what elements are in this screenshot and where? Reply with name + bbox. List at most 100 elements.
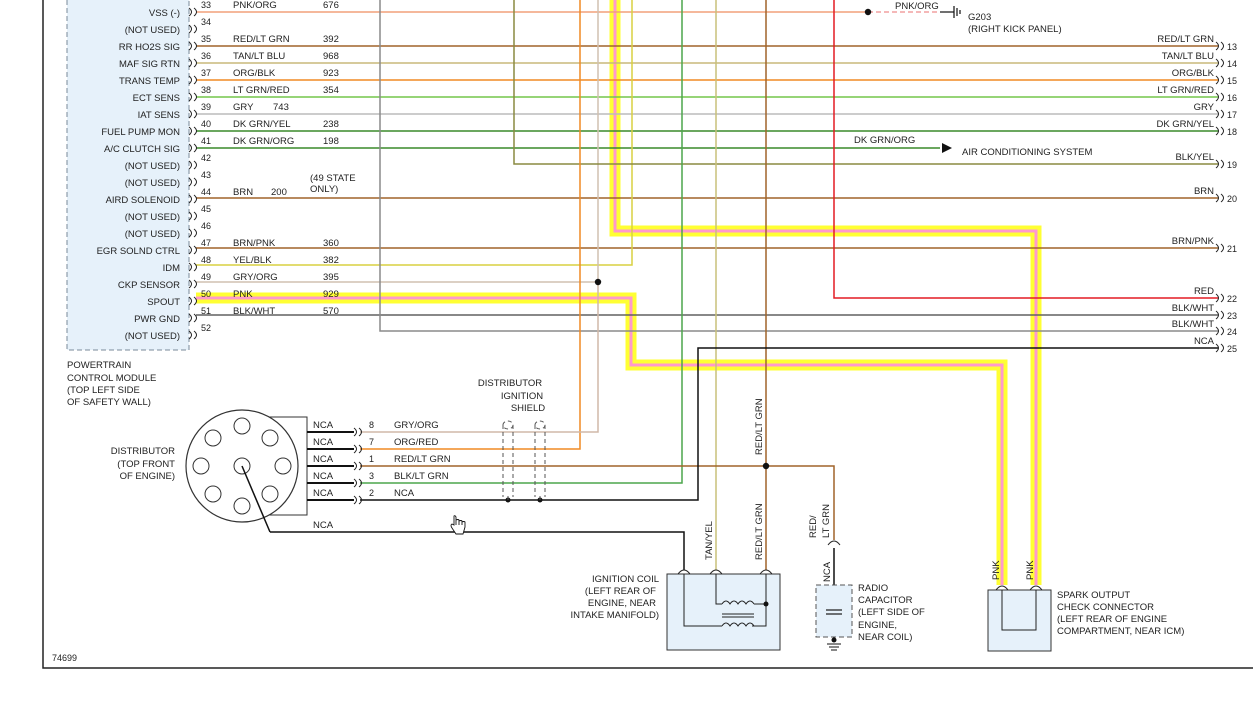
pcm-wire-color: BRN (233, 187, 253, 198)
pcm-pin-number: 40 (201, 119, 211, 129)
pcm-pin-number: 37 (201, 68, 211, 78)
ground-name: G203 (968, 12, 991, 23)
pcm-pin-name: VSS (-) (149, 8, 180, 19)
right-terminal-number: 19 (1227, 160, 1237, 170)
pcm-wire-color: LT GRN/RED (233, 85, 290, 96)
pcm-pin-name: (NOT USED) (125, 331, 180, 342)
distributor (185, 409, 308, 533)
ac-arrow-icon (942, 143, 952, 153)
pcm-circuit-number: 676 (323, 0, 339, 11)
pcm-circuit-number: 360 (323, 238, 339, 249)
spark-title-2: CHECK CONNECTOR (1057, 602, 1154, 613)
pcm-pin-name: (NOT USED) (125, 25, 180, 36)
right-terminal-number: 24 (1227, 327, 1237, 337)
pcm-title-2: CONTROL MODULE (67, 373, 156, 384)
coil-title-3: ENGINE, NEAR (588, 598, 656, 609)
capacitor-nca: NCA (822, 561, 833, 582)
ground-wire-label: PNK/ORG (895, 1, 939, 12)
pcm-title-3: (TOP LEFT SIDE (67, 385, 140, 396)
pcm-connector-symbol (188, 177, 197, 187)
pcm-connector-symbol (188, 296, 197, 306)
distributor-pin-nca: NCA (313, 437, 334, 448)
right-terminal-number: 25 (1227, 344, 1237, 354)
pcm-pin-number: 42 (201, 153, 211, 163)
note-49-state-2: ONLY) (310, 184, 338, 195)
right-terminal-number: 18 (1227, 127, 1237, 137)
pcm-wire-color: BRN/PNK (233, 238, 276, 249)
ignition-coil (666, 569, 781, 651)
pcm-circuit-number: 395 (323, 272, 339, 283)
right-terminal-number: 20 (1227, 194, 1237, 204)
pcm-connector-symbol (188, 58, 197, 68)
right-wire-label: RED/LT GRN (1157, 34, 1214, 45)
pcm-wire-color: DK GRN/YEL (233, 119, 291, 130)
distributor-title-3: OF ENGINE) (120, 471, 175, 482)
pcm-pin-number: 51 (201, 306, 211, 316)
pcm-pin-number: 41 (201, 136, 211, 146)
distributor-pin-color: RED/LT GRN (394, 454, 451, 465)
coil-title-2: (LEFT REAR OF (585, 586, 656, 597)
shield-line-2: IGNITION (501, 391, 543, 402)
shield-line-1: DISTRIBUTOR (478, 378, 542, 389)
pcm-pin-number: 34 (201, 17, 211, 27)
pcm-pin-name: RR HO2S SIG (119, 42, 180, 53)
capacitor-wire-a: RED/ (808, 515, 819, 538)
pcm-pin-name: AIRD SOLENOID (106, 195, 181, 206)
ground-icon (940, 6, 961, 18)
pcm-connector-symbol (188, 109, 197, 119)
capacitor-title-4: ENGINE, (858, 620, 897, 631)
coil-wire-red-lt-grn: RED/LT GRN (754, 503, 765, 560)
pcm-circuit-number: 929 (323, 289, 339, 300)
distributor-pin-number: 1 (369, 454, 374, 464)
pcm-circuit-number: 392 (323, 34, 339, 45)
distributor-pin-color: ORG/RED (394, 437, 438, 448)
pcm-pin-number: 50 (201, 289, 211, 299)
pcm-pin-number: 33 (201, 0, 211, 10)
pcm-circuit-number: 570 (323, 306, 339, 317)
capacitor-title-1: RADIO (858, 583, 888, 594)
pcm-circuit-number: 198 (323, 136, 339, 147)
pcm-pin-number: 45 (201, 204, 211, 214)
pcm-circuit-number: 354 (323, 85, 339, 96)
pcm-pin-name: (NOT USED) (125, 161, 180, 172)
right-terminal-number: 15 (1227, 76, 1237, 86)
pcm-connector-symbol (188, 41, 197, 51)
pcm-circuit-number: 743 (273, 102, 289, 113)
pcm-pin-number: 43 (201, 170, 211, 180)
pcm-wire-color: PNK (233, 289, 253, 300)
right-terminal-number: 23 (1227, 311, 1237, 321)
right-terminal-labels: RED/LT GRN 13 TAN/LT BLU 14 ORG/BLK 15 LT GRN/… (1156, 34, 1237, 354)
pcm-wire-color: DK GRN/ORG (233, 136, 294, 147)
pcm-connector-symbol (188, 194, 197, 204)
pcm-pin-number: 46 (201, 221, 211, 231)
right-terminal-number: 16 (1227, 93, 1237, 103)
distributor-title-1: DISTRIBUTOR (111, 446, 175, 457)
splice-dots (505, 8, 872, 503)
pcm-pin-number: 48 (201, 255, 211, 265)
distributor-pin-nca: NCA (313, 471, 334, 482)
pcm-circuit-number: 200 (271, 187, 287, 198)
pcm-circuit-number: 923 (323, 68, 339, 79)
ignition-shield (502, 420, 546, 500)
right-wire-label: GRY (1194, 102, 1215, 113)
spark-title-1: SPARK OUTPUT (1057, 590, 1130, 601)
right-wire-label: BLK/WHT (1172, 303, 1214, 314)
spark-output-connector (987, 585, 1052, 652)
pcm-connector-symbol (188, 24, 197, 34)
distributor-extra-nca: NCA (313, 520, 334, 531)
pcm-connector-symbol (188, 279, 197, 289)
right-wire-label: LT GRN/RED (1157, 85, 1214, 96)
right-terminal-number: 14 (1227, 59, 1237, 69)
pcm-connector-symbol (188, 228, 197, 238)
pcm-connector-symbol (188, 143, 197, 153)
spark-title-4: COMPARTMENT, NEAR ICM) (1057, 626, 1184, 637)
shield-line-3: SHIELD (511, 403, 545, 414)
pcm-connector-symbol (188, 160, 197, 170)
pcm-pin-name: (NOT USED) (125, 178, 180, 189)
spark-wire-pnk-2: PNK (1025, 560, 1036, 580)
pcm-connector-symbol (188, 330, 197, 340)
ac-wire-label: DK GRN/ORG (854, 135, 915, 146)
pcm-pin-number: 52 (201, 323, 211, 333)
pcm-circuit-number: 382 (323, 255, 339, 266)
right-wire-label: BRN/PNK (1172, 236, 1215, 247)
